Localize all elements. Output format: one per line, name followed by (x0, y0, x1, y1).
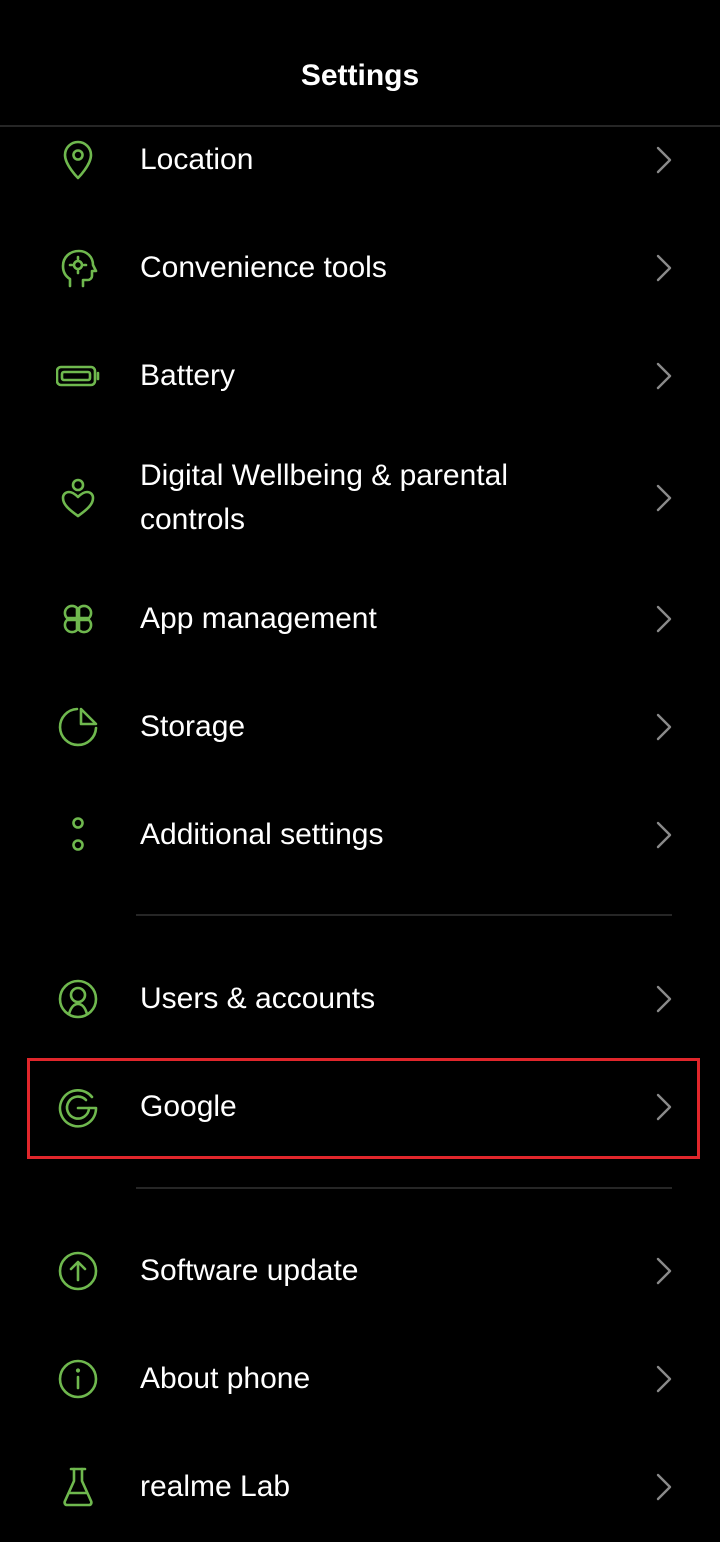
chevron-right-icon (650, 354, 678, 398)
chevron-right-icon (650, 246, 678, 290)
chevron-right-icon (650, 1249, 678, 1293)
chevron-right-icon (650, 1357, 678, 1401)
chevron-right-icon (650, 977, 678, 1021)
settings-item-label: Google (140, 1090, 237, 1123)
settings-item-realme-lab[interactable]: realme Lab (0, 1465, 720, 1509)
settings-item-convenience-tools[interactable]: Convenience tools (0, 246, 720, 290)
wellbeing-heart-icon (56, 476, 100, 520)
user-circle-icon (56, 977, 100, 1021)
flask-icon (56, 1465, 100, 1509)
settings-item-label: Battery (140, 359, 236, 392)
settings-item-label: Convenience tools (140, 251, 387, 284)
chevron-right-icon (650, 813, 678, 857)
settings-item-label: Location (140, 143, 254, 176)
settings-item-digital-wellbeing[interactable]: Digital Wellbeing & parental controls (0, 454, 720, 542)
arrow-up-circle-icon (56, 1249, 100, 1293)
settings-item-google[interactable]: Google (0, 1085, 720, 1129)
google-g-icon (56, 1085, 100, 1129)
settings-item-label: Additional settings (140, 818, 384, 851)
chevron-right-icon (650, 597, 678, 641)
section-divider (136, 1187, 672, 1189)
chevron-right-icon (650, 138, 678, 182)
battery-icon (56, 354, 100, 398)
settings-item-label: About phone (140, 1362, 311, 1395)
dots-icon (56, 813, 100, 857)
settings-item-location[interactable]: Location (0, 138, 720, 182)
info-icon (56, 1357, 100, 1401)
pie-chart-icon (56, 705, 100, 749)
settings-item-about-phone[interactable]: About phone (0, 1357, 720, 1401)
settings-item-label: Users & accounts (140, 982, 376, 1015)
apps-grid-icon (56, 597, 100, 641)
settings-item-storage[interactable]: Storage (0, 705, 720, 749)
chevron-right-icon (650, 705, 678, 749)
chevron-right-icon (650, 476, 678, 520)
settings-item-additional-settings[interactable]: Additional settings (0, 813, 720, 857)
chevron-right-icon (650, 1085, 678, 1129)
location-pin-icon (56, 138, 100, 182)
settings-item-battery[interactable]: Battery (0, 354, 720, 398)
settings-item-software-update[interactable]: Software update (0, 1249, 720, 1293)
head-gear-icon (56, 246, 100, 290)
settings-item-label: Storage (140, 710, 246, 743)
settings-item-label: App management (140, 602, 377, 635)
settings-item-users-accounts[interactable]: Users & accounts (0, 977, 720, 1021)
section-divider (136, 914, 672, 916)
settings-item-app-management[interactable]: App management (0, 597, 720, 641)
settings-item-label: Digital Wellbeing & parental controls (140, 459, 508, 536)
app-header: Settings (0, 0, 720, 127)
page-title: Settings (300, 59, 420, 92)
settings-item-label: realme Lab (140, 1470, 291, 1503)
settings-item-label: Software update (140, 1254, 359, 1287)
chevron-right-icon (650, 1465, 678, 1509)
